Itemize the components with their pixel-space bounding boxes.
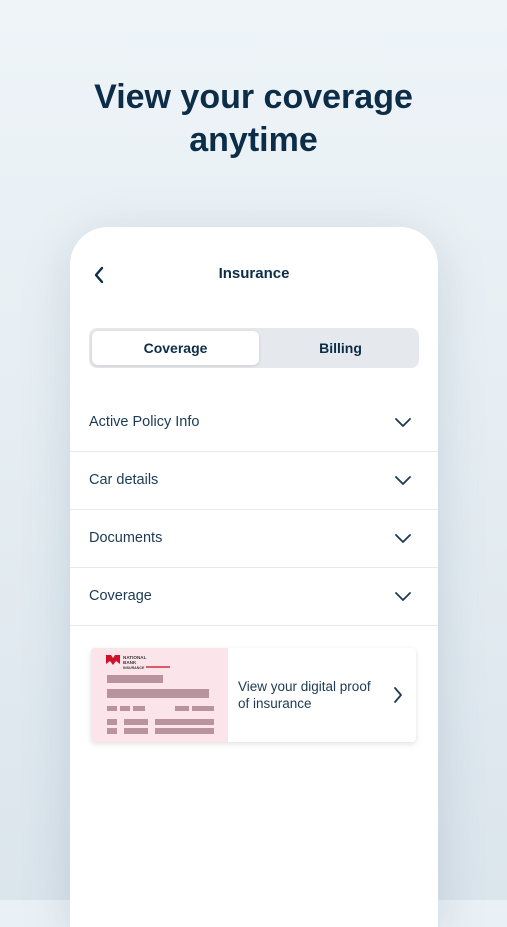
tab-billing[interactable]: Billing (257, 331, 424, 365)
chevron-down-icon (395, 476, 411, 485)
coverage-accordion: Active Policy Info Car details Documents… (70, 394, 438, 626)
accordion-item-label: Documents (89, 530, 163, 546)
accordion-item-label: Coverage (89, 588, 152, 604)
svg-text:INSURANCE: INSURANCE (123, 666, 145, 670)
chevron-down-icon (395, 534, 411, 543)
tab-coverage[interactable]: Coverage (92, 331, 259, 365)
headline-line-1: View your coverage (94, 78, 413, 116)
chevron-down-icon (395, 592, 411, 601)
headline-line-2: anytime (189, 121, 318, 159)
chevron-down-icon (395, 418, 411, 427)
insurance-card-illustration: NATIONAL BANK INSURANCE (106, 655, 214, 734)
svg-text:BANK: BANK (123, 660, 137, 665)
page-title: Insurance (218, 265, 290, 282)
accordion-item-label: Car details (89, 472, 159, 488)
digital-proof-label: View your digital proof of insurance (238, 679, 371, 711)
chevron-right-icon (394, 687, 402, 703)
app-header: Insurance (70, 261, 438, 289)
accordion-item-coverage[interactable]: Coverage (70, 568, 438, 626)
accordion-item-documents[interactable]: Documents (70, 510, 438, 568)
phone-screen: Insurance Coverage Billing Active Policy… (70, 227, 438, 927)
coverage-billing-tabs: Coverage Billing (89, 328, 419, 368)
accordion-item-car-details[interactable]: Car details (70, 452, 438, 510)
insurance-card-thumbnail: NATIONAL BANK INSURANCE (91, 648, 228, 742)
accordion-item-label: Active Policy Info (89, 414, 200, 430)
accordion-item-active-policy-info[interactable]: Active Policy Info (70, 394, 438, 452)
digital-proof-card[interactable]: NATIONAL BANK INSURANCE View your digita… (91, 648, 416, 742)
promo-headline: View your coverage anytime (0, 76, 507, 162)
